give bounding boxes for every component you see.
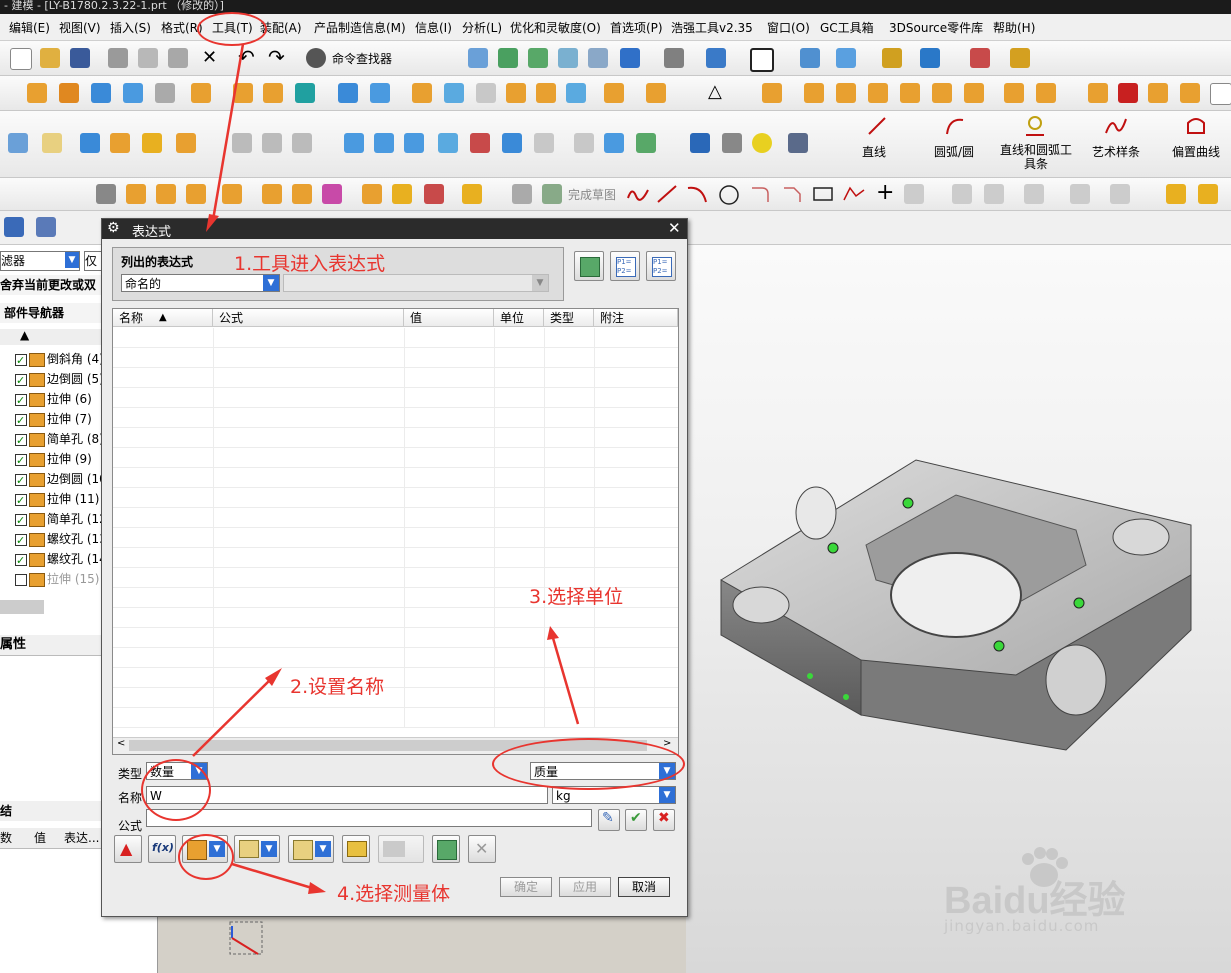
- annotation-step3: 3.选择单位: [529, 586, 624, 608]
- csys-triad-icon: [229, 921, 263, 955]
- annotation-step2: 2.设置名称: [290, 676, 385, 698]
- annotation-step1: 1.工具进入表达式: [234, 253, 386, 275]
- annotation-arrows: [192, 43, 580, 894]
- annotation-step4: 4.选择测量体: [337, 883, 451, 905]
